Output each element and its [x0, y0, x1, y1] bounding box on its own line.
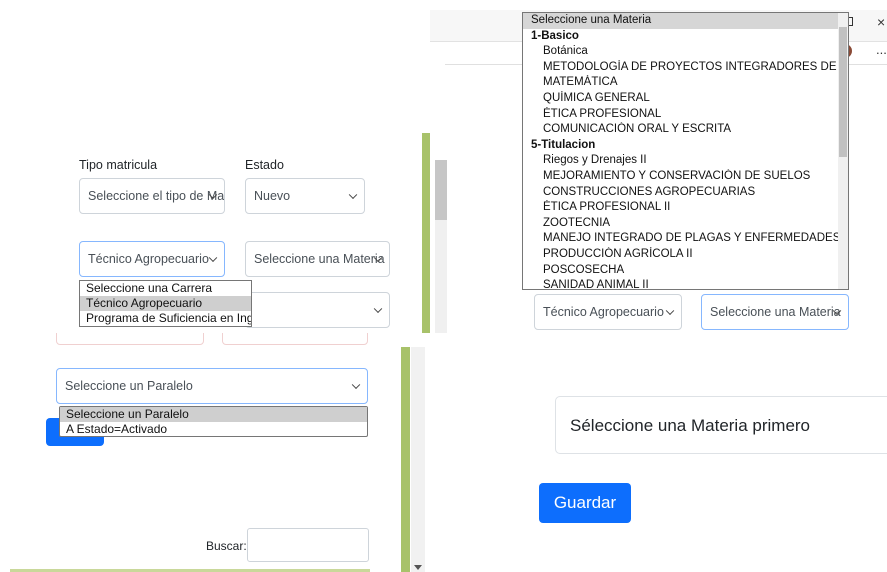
chevron-down-icon	[665, 306, 675, 316]
optgroup-label: 1-Basico	[531, 29, 579, 42]
paralelo-dropdown-list: Seleccione un Paralelo A Estado=Activado	[59, 406, 368, 437]
materia-option[interactable]: POSCOSECHA	[523, 263, 848, 279]
tipo-matricula-label: Tipo matricula	[79, 158, 158, 172]
carrera-select[interactable]: Técnico Agropecuario	[534, 294, 682, 330]
listbox-scrollbar-thumb[interactable]	[839, 27, 847, 157]
optgroup-label: 5-Titulacion	[531, 138, 596, 151]
carrera-value: Técnico Agropecuario	[88, 252, 209, 266]
materia-option[interactable]: CONSTRUCCIONES AGROPECUARIAS	[523, 185, 848, 201]
save-button[interactable]: Guardar	[539, 483, 631, 523]
materia-value: Seleccione una Materia	[254, 252, 385, 266]
paralelo-value: Seleccione un Paralelo	[65, 379, 193, 393]
scroll-down-arrow-icon[interactable]	[414, 565, 422, 570]
materia-option[interactable]: Riegos y Drenajes II	[523, 153, 848, 169]
materia-option[interactable]: SANIDAD ANIMAL II	[523, 278, 848, 289]
close-icon[interactable]: ×	[877, 14, 885, 30]
paralelo-option[interactable]: Seleccione un Paralelo	[60, 407, 367, 422]
chevron-down-icon	[373, 304, 383, 314]
materia-dropdown-list: Seleccione una Materia 1-Basico Botánica…	[522, 12, 849, 290]
partial-field-top-left	[56, 333, 204, 345]
materia-option-placeholder[interactable]: Seleccione una Materia	[523, 13, 848, 29]
materia-option[interactable]: ÉTICA PROFESIONAL	[523, 107, 848, 123]
carrera-option[interactable]: Técnico Agropecuario	[80, 296, 251, 311]
materia-select[interactable]: Seleccione una Materia	[701, 294, 849, 330]
materia-option[interactable]: ÉTICA PROFESIONAL II	[523, 200, 848, 216]
materia-option[interactable]: MATEMÁTICA	[523, 75, 848, 91]
estado-label: Estado	[245, 158, 284, 172]
panel-materia-list: × ... Técnico Agropecuario Seleccione un…	[430, 0, 887, 333]
panel-enrollment-form: Tipo matricula Seleccione el tipo de Ma …	[0, 0, 430, 333]
green-sidebar-bar	[422, 133, 430, 333]
panel-save: Séleccione una Materia primero Guardar	[430, 333, 887, 572]
materia-option[interactable]: ZOOTECNIA	[523, 216, 848, 232]
page-scrollbar-track[interactable]	[411, 347, 425, 572]
panel-paralelo: Seleccione un Paralelo Seleccione un Par…	[0, 333, 430, 572]
green-sidebar-bar	[401, 347, 410, 572]
chevron-down-icon	[348, 190, 358, 200]
tipo-matricula-value: Seleccione el tipo de Ma	[88, 189, 225, 203]
hidden-select-behind-dropdown[interactable]	[245, 292, 390, 328]
carrera-option[interactable]: Seleccione una Carrera	[80, 281, 251, 296]
tipo-matricula-select[interactable]: Seleccione el tipo de Ma	[79, 178, 225, 214]
materia-required-text: Séleccione una Materia primero	[570, 416, 811, 435]
carrera-select[interactable]: Técnico Agropecuario	[79, 241, 225, 277]
buscar-label: Buscar:	[206, 539, 247, 553]
partial-field-top-right	[222, 333, 368, 345]
search-input[interactable]	[247, 528, 369, 562]
paralelo-select[interactable]: Seleccione un Paralelo	[56, 368, 368, 404]
materia-option[interactable]: MANEJO INTEGRADO DE PLAGAS Y ENFERMEDADE…	[523, 231, 848, 247]
materia-option[interactable]: METODOLOGÍA DE PROYECTOS INTEGRADORES DE…	[523, 60, 848, 76]
materia-option[interactable]: MEJORAMIENTO Y CONSERVACIÓN DE SUELOS	[523, 169, 848, 185]
page-scrollbar-thumb[interactable]	[435, 160, 447, 220]
materia-select[interactable]: Seleccione una Materia	[245, 241, 390, 277]
browser-tab-strip	[430, 0, 887, 10]
paralelo-option[interactable]: A Estado=Activado	[60, 422, 367, 437]
materia-option[interactable]: PRODUCCIÓN AGRÍCOLA II	[523, 247, 848, 263]
estado-value: Nuevo	[254, 189, 291, 203]
more-menu-icon[interactable]: ...	[876, 42, 887, 57]
chevron-down-icon	[351, 380, 361, 390]
estado-select[interactable]: Nuevo	[245, 178, 365, 214]
materia-option[interactable]: Botánica	[523, 44, 848, 60]
carrera-value: Técnico Agropecuario	[543, 305, 664, 319]
materia-option[interactable]: COMUNICACIÓN ORAL Y ESCRITA	[523, 122, 848, 138]
materia-value: Seleccione una Materia	[710, 305, 841, 319]
chevron-down-icon	[208, 253, 218, 263]
carrera-option[interactable]: Programa de Suficiencia en Ingles	[80, 311, 251, 326]
carrera-dropdown-list: Seleccione una Carrera Técnico Agropecua…	[79, 280, 252, 327]
materia-option[interactable]: QUÍMICA GENERAL	[523, 91, 848, 107]
